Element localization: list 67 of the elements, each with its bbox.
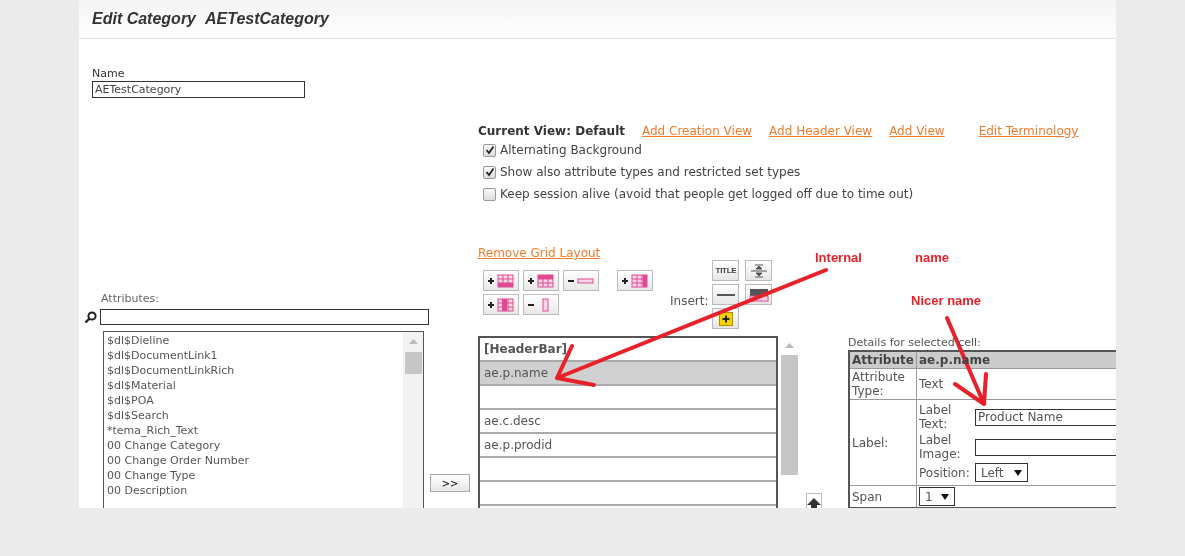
image-icon xyxy=(748,287,769,302)
checkbox-label: Alternating Background xyxy=(500,143,642,157)
field-label: Label Text: xyxy=(919,403,953,431)
move-up-button[interactable] xyxy=(806,493,822,508)
search-field[interactable] xyxy=(100,309,429,325)
horizontal-line-icon xyxy=(716,292,735,297)
insert-spacing-button[interactable] xyxy=(745,260,773,281)
category-name: AETestCategory xyxy=(205,10,329,28)
insert-line-button[interactable] xyxy=(712,284,740,305)
attribute-item[interactable]: $dl$Search xyxy=(107,408,401,423)
attribute-item[interactable]: 00 Change Category xyxy=(107,438,401,453)
up-arrow-icon xyxy=(807,498,821,508)
plus-icon xyxy=(718,311,733,326)
checkbox[interactable] xyxy=(483,165,496,179)
grid-tool-button[interactable] xyxy=(483,270,519,291)
name-input-field[interactable]: AETestCategory xyxy=(92,81,305,98)
label-image-field[interactable] xyxy=(975,438,1116,456)
attribute-item[interactable]: $dl$DocumentLinkRich xyxy=(107,363,401,378)
checkbox-label: Show also attribute types and restricted set types xyxy=(500,165,801,179)
caret-icon xyxy=(940,493,949,500)
search-icon xyxy=(84,310,97,324)
spacing-icon xyxy=(749,263,768,278)
grid-tool-button[interactable] xyxy=(617,270,653,291)
grid-icon xyxy=(527,272,555,289)
add-attribute-button[interactable]: >> xyxy=(430,474,470,492)
attribute-item[interactable]: $dl$DocumentLink1 xyxy=(107,348,401,363)
grid-icon xyxy=(487,272,515,289)
page-title: Edit Category xyxy=(92,10,196,28)
grid-tool-button[interactable] xyxy=(483,294,519,315)
grid-tool-button[interactable] xyxy=(523,270,559,291)
attribute-item[interactable]: $dl$POA xyxy=(107,393,401,408)
attributes-label: Attributes: xyxy=(100,291,160,307)
attribute-item[interactable]: 00 Change Order Number xyxy=(107,453,401,468)
insert-label: Insert: xyxy=(670,294,709,310)
row-label: Label: xyxy=(852,435,889,450)
row-label: Span xyxy=(852,489,883,504)
annotation-text: name xyxy=(915,250,949,265)
table-cell: Attribute Type: xyxy=(849,368,917,400)
attribute-item[interactable]: *tema_Rich_Text xyxy=(107,423,401,438)
scrollbar[interactable] xyxy=(403,332,424,508)
attribute-item[interactable]: 00 Change Type xyxy=(107,468,401,483)
table-header-cell: Attribute xyxy=(849,351,917,369)
scroll-thumb[interactable] xyxy=(781,355,798,475)
attribute-item[interactable]: $dl$Material xyxy=(107,378,401,393)
grid-icon xyxy=(487,296,515,313)
position-dropdown[interactable]: Left xyxy=(975,463,1028,482)
grid-row[interactable]: ae.c.desc xyxy=(480,410,776,434)
insert-title-button[interactable]: TITLE xyxy=(712,260,740,281)
field-label: Position: xyxy=(919,465,971,480)
grid-row[interactable]: ae.p.name xyxy=(480,362,776,386)
checkbox-label: Keep session alive (avoid that people get logged off due to time out) xyxy=(500,187,914,201)
checkbox[interactable] xyxy=(483,143,496,157)
attribute-item[interactable]: 00 Description xyxy=(107,483,401,498)
name-label: Name xyxy=(92,67,126,81)
annotation-text: Internal xyxy=(815,250,862,265)
caret-icon xyxy=(1013,469,1022,476)
grid-row[interactable]: ae.p.prodid xyxy=(480,434,776,458)
scroll-thumb[interactable] xyxy=(404,352,422,374)
label-text-field[interactable]: Product Name xyxy=(975,408,1116,426)
grid-icon xyxy=(621,272,649,289)
field-label: Label Image: xyxy=(919,433,962,461)
annotation-text: Nicer name xyxy=(911,293,982,308)
attribute-item[interactable]: $dl$Dieline xyxy=(107,333,401,348)
checkbox[interactable] xyxy=(483,187,496,201)
current-view-label: Current View: Default xyxy=(478,124,625,138)
details-label: Details for selected cell: xyxy=(848,336,982,350)
span-dropdown[interactable]: 1 xyxy=(919,487,955,506)
